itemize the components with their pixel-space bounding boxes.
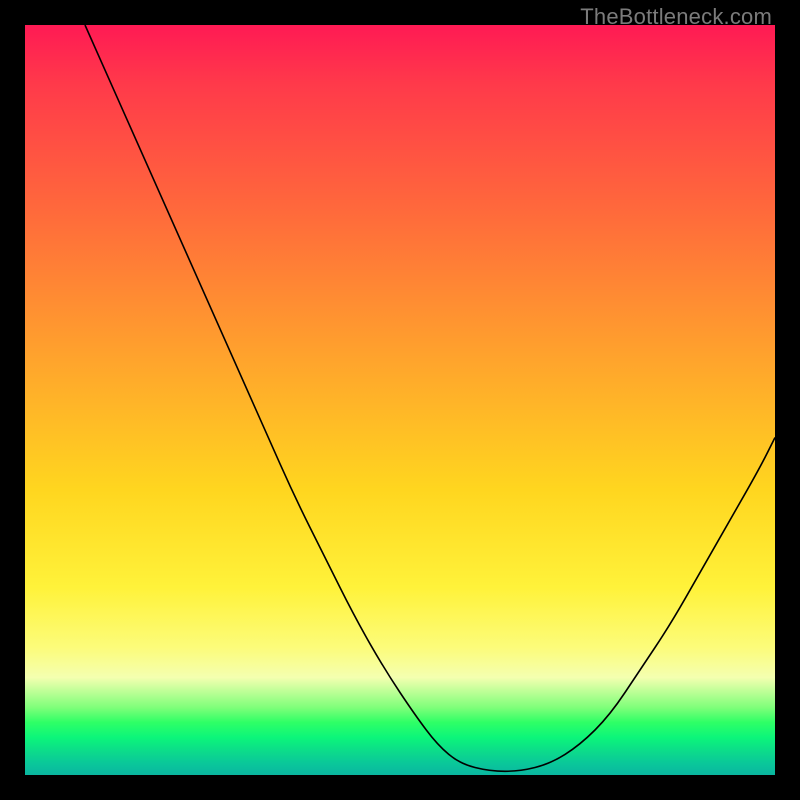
curve-layer [25, 25, 775, 775]
marker-dot [625, 672, 632, 684]
marker-dots [318, 558, 662, 771]
marker-dot [429, 732, 438, 743]
marker-dot [637, 649, 644, 661]
marker-dot [355, 615, 362, 627]
chart-stage: TheBottleneck.com [0, 0, 800, 800]
plot-area [25, 25, 775, 775]
bottleneck-curve [85, 25, 775, 771]
